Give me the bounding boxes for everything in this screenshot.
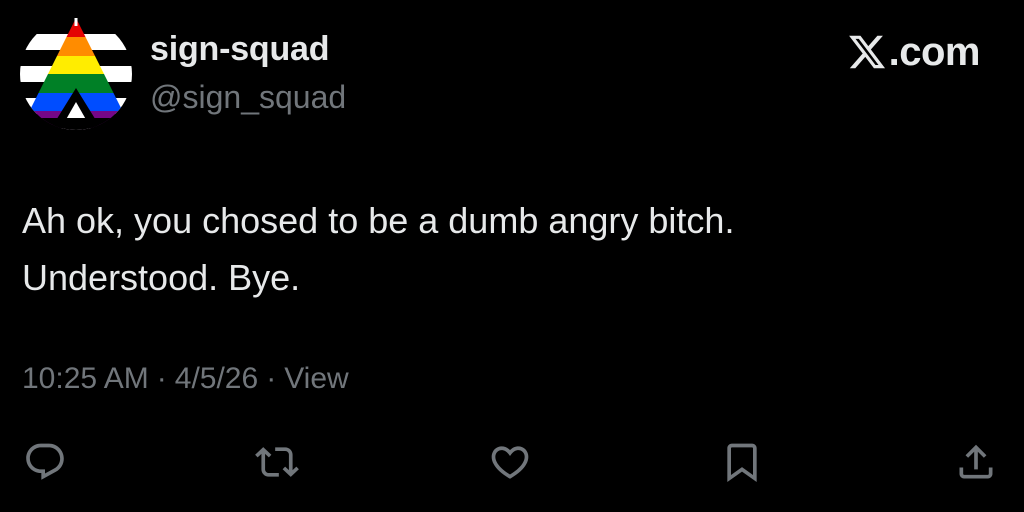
reply-button[interactable] [21, 438, 69, 486]
meta-separator: · [156, 362, 167, 395]
tweet-views[interactable]: View [284, 362, 348, 396]
reply-icon [26, 443, 64, 480]
share-button[interactable] [952, 438, 1000, 486]
avatar[interactable] [20, 18, 132, 130]
meta-separator: · [266, 362, 277, 395]
bookmark-icon [727, 443, 757, 483]
brand-text: .com [888, 30, 981, 74]
x-logo-icon [848, 35, 885, 69]
author-handle[interactable]: @sign_squad [150, 79, 346, 116]
tweet-text-line: Ah ok, you chosed to be a dumb angry bit… [22, 200, 735, 241]
tweet-text: Ah ok, you chosed to be a dumb angry bit… [22, 192, 1002, 306]
brand-watermark: .com [847, 30, 981, 74]
action-bar [0, 438, 1024, 486]
tweet-meta: 10:25 AM · 4/5/26 · View [22, 362, 349, 396]
tweet-date[interactable]: 4/5/26 [175, 362, 258, 396]
tweet-card: sign-squad @sign_squad .com Ah ok, you c… [0, 0, 1024, 512]
heart-icon [491, 446, 529, 479]
bookmark-button[interactable] [718, 438, 766, 486]
share-icon [959, 444, 993, 479]
ally-pride-flag-avatar [20, 18, 132, 130]
author-name[interactable]: sign-squad [150, 30, 330, 69]
retweet-icon [255, 447, 299, 477]
like-button[interactable] [486, 438, 534, 486]
tweet-time[interactable]: 10:25 AM [22, 362, 149, 396]
retweet-button[interactable] [253, 438, 301, 486]
tweet-text-line: Understood. Bye. [22, 257, 301, 298]
